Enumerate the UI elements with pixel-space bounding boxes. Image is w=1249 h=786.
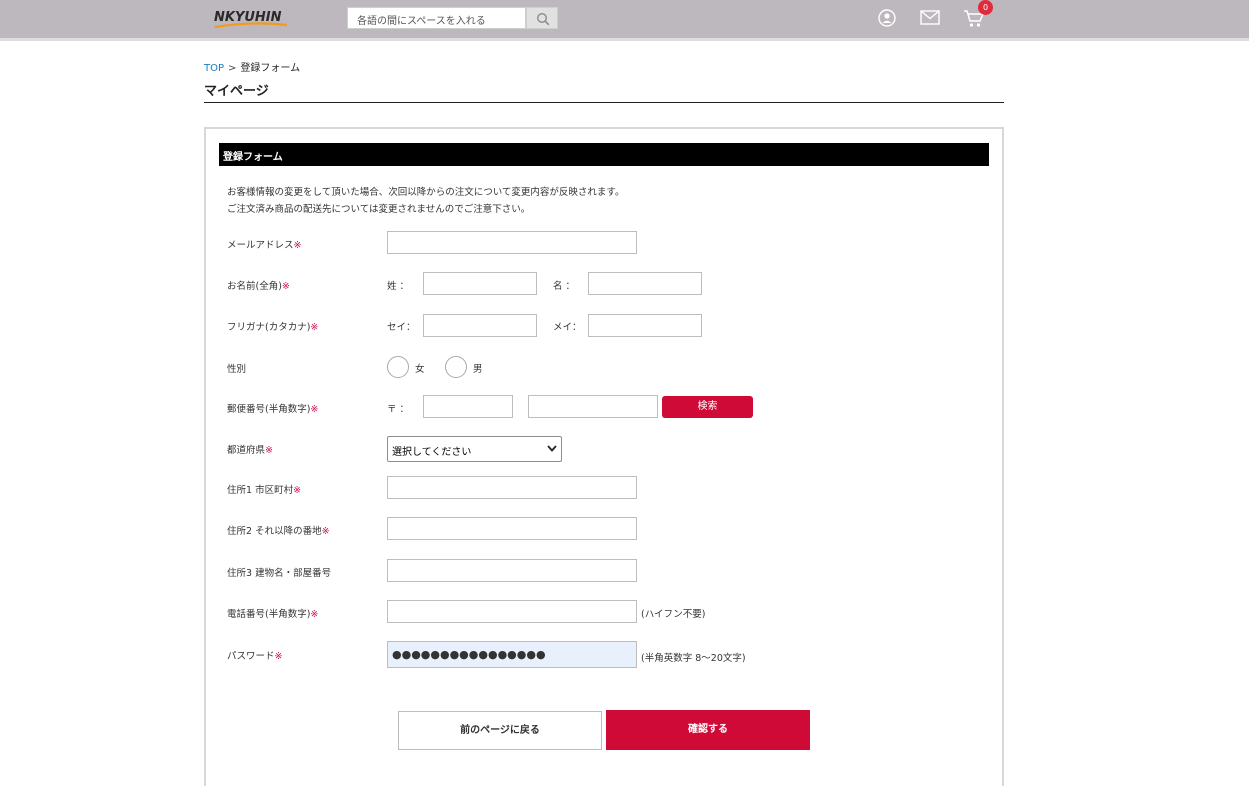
required-mark: ※ [310,404,319,415]
chevron-down-icon [547,445,557,452]
address1-label: 住所1 市区町村※ [227,482,301,496]
gender-female-radio[interactable] [387,356,409,378]
zip-sublabel: 〒 ： [387,404,410,415]
phone-hint: (ハイフン不要) [641,609,706,620]
gender-male-label: 男 [473,364,483,375]
registration-form-panel [204,127,1004,786]
prefecture-label: 都道府県※ [227,442,273,456]
phone-label: 電話番号(半角数字)※ [227,606,318,620]
breadcrumb-current: 登録フォーム [240,63,301,74]
back-button[interactable]: 前のページに戻る [398,711,602,750]
address2-field[interactable] [387,517,637,540]
phone-label-text: 電話番号(半角数字) [227,609,311,620]
top-header-bar [0,0,1249,38]
prefecture-selected-value: 選択してください [392,447,472,458]
required-mark: ※ [293,485,302,496]
name-label: お名前(全角)※ [227,278,290,292]
required-mark: ※ [310,609,319,620]
kana-label: フリガナ(カタカナ)※ [227,319,318,333]
zip-code-field-2[interactable] [528,395,658,418]
search-button[interactable] [526,7,558,29]
required-mark: ※ [321,526,330,537]
page-title: マイページ [204,84,269,99]
last-name-field[interactable] [423,272,537,295]
password-field[interactable]: ●●●●●●●●●●●●●●●● [387,641,637,668]
email-field[interactable] [387,231,637,254]
form-notice-line1: お客様情報の変更をして頂いた場合、次回以降からの注文について変更内容が反映されま… [227,187,625,198]
breadcrumb: TOP > 登録フォーム [204,59,300,74]
first-kana-sublabel: メイ： [553,322,582,333]
form-heading: 登録フォーム [219,143,989,166]
required-mark: ※ [274,651,283,662]
password-hint: (半角英数字 8～20文字) [641,653,746,664]
email-label: メールアドレス※ [227,237,301,251]
required-mark: ※ [265,445,273,456]
address2-label: 住所2 それ以降の番地※ [227,523,330,537]
name-label-text: お名前(全角) [227,281,282,292]
zip-search-button[interactable]: 検索 [662,396,753,418]
email-label-text: メールアドレス [227,240,294,251]
breadcrumb-separator: > [228,63,237,74]
breadcrumb-top-link[interactable]: TOP [204,63,224,74]
account-icon[interactable] [878,9,896,27]
address1-label-text: 住所1 市区町村 [227,485,294,496]
zip-label: 郵便番号(半角数字)※ [227,401,318,415]
password-label: パスワード※ [227,648,282,662]
header-divider [0,38,1249,41]
phone-field[interactable] [387,600,637,623]
search-input[interactable]: 各語の間にスペースを入れる [347,7,526,29]
address3-label: 住所3 建物名・部屋番号 [227,568,332,579]
address3-field[interactable] [387,559,637,582]
required-mark: ※ [293,240,302,251]
address2-label-text: 住所2 それ以降の番地 [227,526,322,537]
address1-field[interactable] [387,476,637,499]
gender-label: 性別 [227,364,247,375]
prefecture-select[interactable]: 選択してください [387,436,562,462]
gender-male-radio[interactable] [445,356,467,378]
last-kana-sublabel: セイ： [387,322,416,333]
mail-icon[interactable] [920,10,940,25]
first-name-field[interactable] [588,272,702,295]
first-name-sublabel: 名 ： [553,281,576,292]
gender-female-label: 女 [415,364,425,375]
cart-count-badge: 0 [978,0,993,15]
form-notice-line2: ご注文済み商品の配送先については変更されませんのでご注意下さい。 [227,204,531,215]
site-logo[interactable]: NKYUHIN [214,8,290,30]
title-divider [204,102,1004,103]
zip-label-text: 郵便番号(半角数字) [227,404,311,415]
logo-swoosh-icon [214,22,288,29]
password-label-text: パスワード [227,651,275,662]
required-mark: ※ [310,322,319,333]
zip-code-field-1[interactable] [423,395,513,418]
last-name-sublabel: 姓 ： [387,281,410,292]
first-kana-field[interactable] [588,314,702,337]
prefecture-label-text: 都道府県 [227,445,266,456]
kana-label-text: フリガナ(カタカナ) [227,322,311,333]
last-kana-field[interactable] [423,314,537,337]
search-icon [536,12,550,26]
required-mark: ※ [281,281,290,292]
confirm-button[interactable]: 確認する [606,710,810,750]
